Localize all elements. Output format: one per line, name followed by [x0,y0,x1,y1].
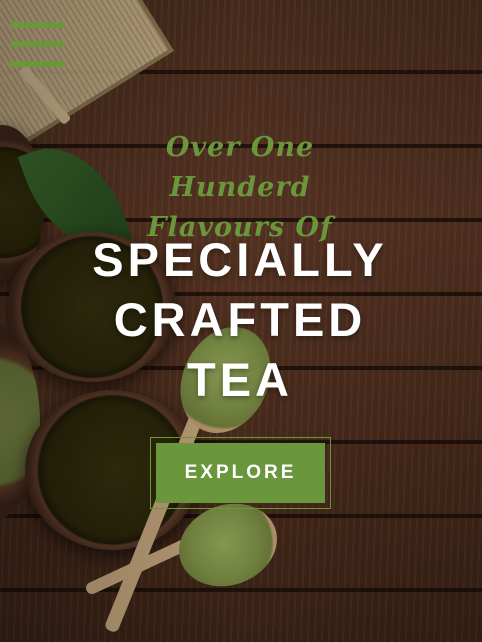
hero-headline: SPECIALLY CRAFTED TEA [60,230,420,410]
menu-bar [10,41,65,47]
headline-line: TEA [187,353,293,406]
headline-line: CRAFTED [113,293,367,346]
tagline-line: Over One Hunderd [165,132,315,203]
headline-line: SPECIALLY [92,233,388,286]
hamburger-menu-icon[interactable] [10,22,65,70]
explore-button[interactable]: EXPLORE [156,443,325,503]
explore-button-frame: EXPLORE [150,437,331,509]
hero-section: Over One Hunderd Flavours Of SPECIALLY C… [0,0,482,642]
menu-bar [10,61,65,67]
menu-bar [10,22,65,28]
